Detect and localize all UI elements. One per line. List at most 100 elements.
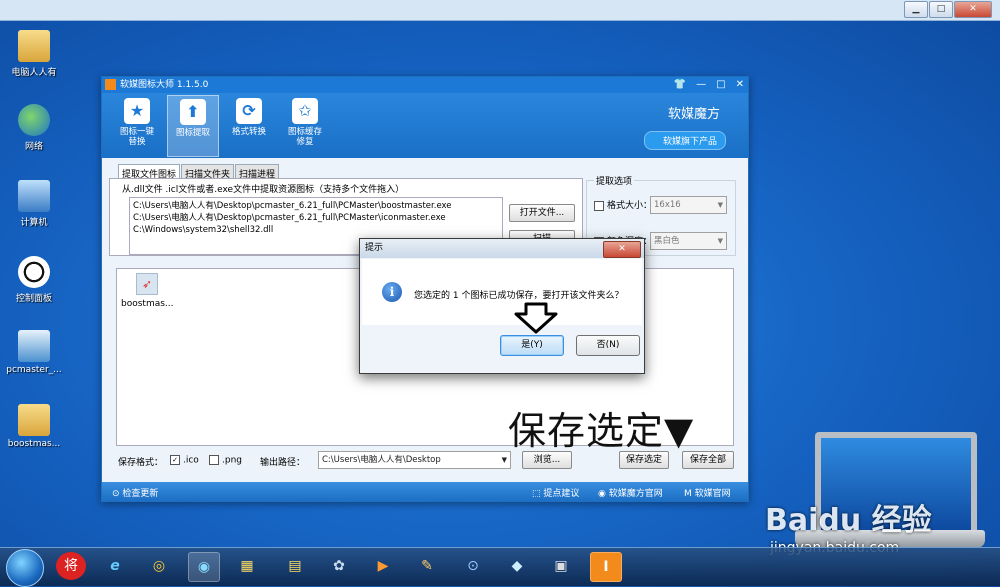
outer-window-titlebar: ▁ □ ✕: [0, 0, 1000, 21]
site2-label: 软媒官网: [694, 489, 731, 499]
list-item[interactable]: C:\Users\电脑人人有\Desktop\pcmaster_6.21_ful…: [133, 212, 499, 224]
taskbar-media-icon[interactable]: ▶: [368, 552, 398, 580]
tool-label: 图标缓存: [287, 127, 322, 137]
tool-label: 格式转换: [231, 127, 266, 137]
app-toolbar: ★ 图标一键 替换 ⬆ 图标提取 ⟳ 格式转换 ✩ 图标缓存 修复 软媒魔方 软…: [102, 93, 748, 158]
output-path-value: C:\Users\电脑人人有\Desktop: [322, 455, 441, 465]
computer-icon: [18, 180, 50, 212]
save-format-label: 保存格式：: [118, 458, 164, 468]
site2-link[interactable]: M 软媒官网: [684, 486, 731, 499]
desktop-icon-network[interactable]: 网络: [6, 104, 62, 152]
check-update-link[interactable]: ⊙ 检查更新: [112, 486, 158, 499]
app-minimize-button[interactable]: —: [696, 77, 706, 93]
dialog-message: 您选定的 1 个图标已成功保存，要打开该文件夹么？: [414, 291, 624, 301]
confirm-dialog: 提示 ✕ i 您选定的 1 个图标已成功保存，要打开该文件夹么？ 是(Y) 否(…: [359, 238, 645, 374]
folder-icon: [18, 30, 50, 62]
chevron-down-icon: ▼: [717, 201, 723, 209]
app-logo-icon: [105, 79, 116, 90]
ico-label: .ico: [183, 455, 199, 466]
size-checkbox[interactable]: [594, 200, 604, 211]
extracted-icon-item[interactable]: ➶ boostmas...: [121, 273, 174, 309]
output-path-select[interactable]: C:\Users\电脑人人有\Desktop ▼: [318, 451, 511, 469]
opt-size-label: 格式大小：: [607, 201, 653, 211]
site1-link[interactable]: ◉ 软媒魔方官网: [598, 486, 663, 499]
yes-button[interactable]: 是(Y): [500, 335, 564, 356]
rocket-icon: ➶: [136, 273, 158, 295]
no-button[interactable]: 否(N): [576, 335, 640, 356]
chevron-down-icon: ▼: [501, 456, 507, 464]
taskbar-ie-icon[interactable]: e: [100, 552, 130, 580]
feedback-label: 提点建议: [543, 489, 580, 499]
start-button[interactable]: [6, 549, 44, 587]
tool-label: 替换: [128, 137, 146, 147]
feedback-link[interactable]: ⬚ 提点建议: [532, 486, 579, 499]
outer-window-controls: ▁ □ ✕: [904, 1, 992, 18]
app-close-button[interactable]: ✕: [736, 77, 744, 93]
desktop-icon-label: 计算机: [20, 218, 48, 228]
tool-one-click-replace[interactable]: ★ 图标一键 替换: [112, 95, 162, 155]
app-window-controls: 👕 — □ ✕: [674, 77, 744, 93]
desktop-icon-pcmaster[interactable]: pcmaster_...: [6, 330, 62, 375]
list-item[interactable]: C:\Windows\system32\shell32.dll: [133, 224, 499, 236]
tool-cache-repair[interactable]: ✩ 图标缓存 修复: [280, 95, 330, 155]
taskbar-explorer-icon[interactable]: ▤: [280, 552, 310, 580]
brand-sub-badge[interactable]: 软媒旗下产品: [643, 131, 726, 150]
desktop-icon-label: pcmaster_...: [6, 365, 62, 375]
app-titlebar: 软媒图标大师 1.1.5.0 👕 — □ ✕: [102, 77, 748, 93]
dialog-title: 提示: [360, 239, 644, 258]
list-item[interactable]: C:\Users\电脑人人有\Desktop\pcmaster_6.21_ful…: [133, 200, 499, 212]
outer-maximize-button[interactable]: □: [929, 1, 953, 18]
taskbar-chrome-icon[interactable]: ◎: [144, 552, 174, 580]
status-bar: ⊙ 检查更新 ⬚ 提点建议 ◉ 软媒魔方官网 M 软媒官网: [102, 482, 748, 501]
tool-label: 图标提取: [175, 128, 210, 138]
taskbar-app-jiang[interactable]: 将: [56, 552, 86, 580]
color-select-value: 黑白色: [654, 236, 680, 246]
taskbar-app-flower-icon[interactable]: ✿: [324, 552, 354, 580]
taskbar-app-circle-icon[interactable]: ⊙: [458, 552, 488, 580]
desktop-icon-label: 网络: [24, 142, 43, 152]
taskbar-video-icon[interactable]: ▣: [546, 552, 576, 580]
taskbar-iconmaster-icon[interactable]: I: [590, 552, 622, 582]
desktop-icon-folder[interactable]: 电脑人人有: [6, 30, 62, 78]
extracted-icon-label: boostmas...: [121, 299, 174, 309]
skin-icon[interactable]: 👕: [674, 77, 686, 93]
open-file-button[interactable]: 打开文件...: [509, 204, 575, 222]
down-arrow-annotation-icon: [514, 302, 558, 334]
dialog-body: i 您选定的 1 个图标已成功保存，要打开该文件夹么？: [362, 259, 642, 325]
upload-arrow-icon: ⬆: [180, 99, 206, 125]
desktop-icon-label: boostmas...: [7, 439, 61, 449]
control-panel-icon: [18, 256, 50, 288]
tool-icon-extract[interactable]: ⬆ 图标提取: [167, 95, 219, 157]
taskbar-paint-icon[interactable]: ✎: [412, 552, 442, 580]
outer-minimize-button[interactable]: ▁: [904, 1, 928, 18]
desktop-icon-computer[interactable]: 计算机: [6, 180, 62, 228]
tool-label: 修复: [296, 137, 314, 147]
color-select[interactable]: 黑白色 ▼: [650, 232, 727, 250]
desktop-icon-label: 控制面板: [15, 294, 52, 304]
network-icon: [18, 104, 50, 136]
app-title: 软媒图标大师 1.1.5.0: [120, 80, 209, 90]
desktop-icon-boostmaster[interactable]: boostmas...: [6, 404, 62, 449]
size-select[interactable]: 16x16 ▼: [650, 196, 727, 214]
taskbar-app-cube-icon[interactable]: ◆: [502, 552, 532, 580]
watermark-logo: Baidu 经验: [765, 503, 932, 538]
refresh-icon: ⟳: [236, 98, 262, 124]
desktop-icon-control-panel[interactable]: 控制面板: [6, 256, 62, 304]
dialog-close-button[interactable]: ✕: [603, 241, 641, 258]
png-checkbox[interactable]: [209, 455, 219, 465]
taskbar-active-app-icon[interactable]: ◉: [188, 552, 220, 582]
ico-checkbox[interactable]: ✓: [170, 455, 180, 465]
png-option: .png: [209, 455, 242, 466]
panel-hint: 从.dll文件 .icl文件或者.exe文件中提取资源图标（支持多个文件拖入）: [122, 185, 405, 195]
opt-size-row: 格式大小：: [594, 198, 652, 211]
desktop-icon-label: 电脑人人有: [11, 68, 57, 78]
taskbar: 将 e ◎ ◉ ▦ ▤ ✿ ▶ ✎ ⊙ ◆ ▣ I: [0, 547, 1000, 587]
app-maximize-button[interactable]: □: [716, 77, 725, 93]
ico-option: ✓ .ico: [170, 455, 199, 466]
check-update-label: 检查更新: [122, 489, 159, 499]
info-icon: i: [382, 282, 402, 302]
star-outline-icon: ✩: [292, 98, 318, 124]
tool-format-convert[interactable]: ⟳ 格式转换: [224, 95, 274, 155]
outer-close-button[interactable]: ✕: [954, 1, 992, 18]
taskbar-folder-icon[interactable]: ▦: [232, 552, 262, 580]
